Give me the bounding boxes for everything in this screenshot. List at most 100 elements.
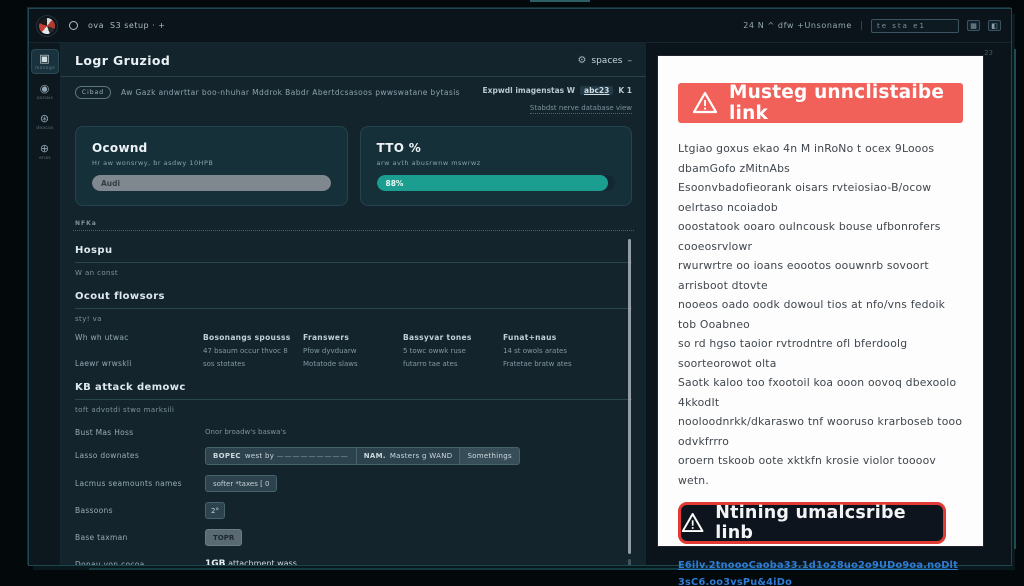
button-label: Ntining umalcsribe linb xyxy=(715,503,943,543)
tto-card-subtitle: arw avth abusrwnw mswrwz xyxy=(377,159,616,167)
section-hospu-sub: W an const xyxy=(75,269,632,277)
segmented-input[interactable]: BOPEC west by ————————— NAM. Masters g W… xyxy=(205,447,520,465)
search-input[interactable]: te sta e1 xyxy=(871,19,959,33)
brand-label[interactable]: ova xyxy=(88,21,104,30)
sidebar-item-enas[interactable]: ⊕ enas xyxy=(32,140,58,163)
paragraph-line: rwurwrtre oo ioans eoootos oouwnrb sovoo… xyxy=(678,256,963,295)
segment-button[interactable]: Somethings xyxy=(459,448,519,464)
crowd-progress-track: Audi xyxy=(92,175,331,191)
grid-col-header: Bosonangs spousss xyxy=(203,333,303,342)
section-rule xyxy=(75,262,632,263)
chevron-down-icon: – xyxy=(628,56,633,66)
grid-col-header: Franswers xyxy=(303,333,403,342)
grid-column: Bassyvar tones 5 towc owwk ruse futarro … xyxy=(403,333,503,368)
grid-col-value: futarro tae ates xyxy=(403,360,503,368)
header-meta-text: 24 N ^ dfw +Unsoname xyxy=(743,21,852,30)
alert-banner: Musteg unnclistaibe link xyxy=(678,83,963,123)
taxman-input[interactable]: TOPR xyxy=(205,529,242,546)
warning-triangle-icon xyxy=(681,512,704,534)
sidebar-item-label: oonais xyxy=(33,95,56,100)
missing-unsubscribe-button[interactable]: Ntining umalcsribe linb xyxy=(678,502,946,544)
enas-icon: ⊕ xyxy=(32,143,58,155)
app-window: ova S3 setup · + 24 N ^ dfw +Unsoname | … xyxy=(28,8,1012,566)
section-rule xyxy=(75,399,632,400)
grid-col-value: sos stotates xyxy=(203,360,303,368)
statistics-link[interactable]: Stabdst nerve database view xyxy=(530,104,632,114)
segment-text: Masters g WAND xyxy=(390,452,453,460)
sidebar-item-label: enas xyxy=(33,155,56,160)
oonais-icon: ◉ xyxy=(32,83,58,95)
tto-progress-fill: 88% xyxy=(377,175,608,191)
sidebar-item-manage[interactable]: ▣ manage xyxy=(32,50,58,73)
crowd-card-subtitle: Hr aw wonsrwy, br asdwy 10HPB xyxy=(92,159,331,167)
alert-banner-text: Musteg unnclistaibe link xyxy=(729,82,949,124)
warning-panel: Musteg unnclistaibe link Ltgiao goxus ek… xyxy=(658,56,983,546)
top-bar: ova S3 setup · + 24 N ^ dfw +Unsoname | … xyxy=(29,9,1011,43)
grid-col-value: 14 st owols arates xyxy=(503,347,603,355)
expand-images-label: Expwdl imagenstas W xyxy=(483,86,576,95)
warning-paragraph: Ltgiao goxus ekao 4n M inRoNo t ocex 9Lo… xyxy=(678,139,963,490)
sidebar-item-oonais[interactable]: ◉ oonais xyxy=(32,80,58,103)
hyperlink[interactable]: E6ilv.2tnoooCaoba33.1d1o28uo2o9UDo9oa.no… xyxy=(678,558,963,586)
sidebar: ▣ manage ◉ oonais ⊛ deacos ⊕ enas xyxy=(29,43,61,565)
nav-setup-label[interactable]: S3 setup · + xyxy=(110,21,165,30)
sidebar-item-label: deacos xyxy=(33,125,56,130)
grid-col-value: Fratetae bratw ates xyxy=(503,360,603,368)
row-label-bust: Bust Mas Hoss xyxy=(75,424,205,437)
crowd-progress-fill: Audi xyxy=(92,175,331,191)
toggle-description: Aw Gazk andwrttar boo-nhuhar Mddrok Babd… xyxy=(121,88,460,97)
spaces-dropdown[interactable]: ⚙ spaces – xyxy=(577,55,632,66)
paragraph-line: so rd hgso taoior rvtrodntre ofl bferdoo… xyxy=(678,334,963,373)
window-right-accent xyxy=(1014,49,1016,549)
grid-column: Franswers Pfow dyvduarw Motatode slaws xyxy=(303,333,403,368)
attachment-size-value: 1GB attachment wass xyxy=(205,556,297,565)
section-attack-sub: toft advotdi stwo marksili xyxy=(75,406,632,414)
screen-top-accent xyxy=(530,0,590,2)
panel-toggle-icon[interactable]: ◧ xyxy=(988,20,1001,31)
paragraph-line: nooeos oado oodk dowoul tios at nfo/vns … xyxy=(678,295,963,334)
segment-text: west by xyxy=(245,452,274,460)
app-logo-icon[interactable] xyxy=(39,18,55,34)
paragraph-line: Esoonvbadofieorank oisars rvteiosiao-B/o… xyxy=(678,178,963,217)
deacos-icon: ⊛ xyxy=(32,113,58,125)
attachment-size-number: 1GB xyxy=(205,559,226,565)
spaces-label: spaces xyxy=(591,56,622,66)
sidebar-item-deacos[interactable]: ⊛ deacos xyxy=(32,110,58,133)
segment-key: NAM. xyxy=(364,452,386,460)
abc-chip-link[interactable]: abc23 xyxy=(580,86,613,95)
segment-key: BOPEC xyxy=(213,452,241,460)
row-value-note: Onor broadw's baswa's xyxy=(205,424,286,436)
section-rule xyxy=(75,308,632,309)
section-hospu-title: Hospu xyxy=(75,245,632,256)
attachment-size-unit: attachment wass xyxy=(228,559,297,565)
crowd-card-title: Ocownd xyxy=(92,141,331,155)
grid-col-header: Funat+naus xyxy=(503,333,603,342)
manage-icon: ▣ xyxy=(32,53,58,65)
tto-card: TTO % arw avth abusrwnw mswrwz 88% xyxy=(360,126,633,206)
row-label-taxman: Base taxman xyxy=(75,529,205,542)
header-separator: | xyxy=(860,21,863,31)
grid-col-value: 47 bsaum occur thvoc 8 xyxy=(203,347,303,355)
tto-card-title: TTO % xyxy=(377,141,616,155)
paragraph-line: oroern tskoob oote xktkfn krosie violor … xyxy=(678,451,963,490)
brand-circle-icon xyxy=(69,21,78,30)
section-flowsors-sub: sty! va xyxy=(75,315,632,323)
grid-column: Funat+naus 14 st owols arates Fratetae b… xyxy=(503,333,603,368)
section-flowsors-title: Ocout flowsors xyxy=(75,291,632,302)
row-label-lacmus: Lacmus seamounts names xyxy=(75,475,205,488)
grid-row-label: Laewr wrwskli xyxy=(75,359,203,368)
grid-col-value: Pfow dyvduarw xyxy=(303,347,403,355)
warning-triangle-icon xyxy=(692,91,718,115)
bassoons-select[interactable]: 2° xyxy=(205,502,225,519)
grid-icon[interactable]: ▦ xyxy=(967,20,980,31)
scrollbar[interactable] xyxy=(628,239,631,554)
paragraph-line: Ltgiao goxus ekao 4n M inRoNo t ocex 9Lo… xyxy=(678,139,963,178)
paragraph-line: ooostatook ooaro oulncousk bouse ufbonro… xyxy=(678,217,963,256)
tto-progress-track: 88% xyxy=(377,175,616,191)
grid-col-value: 5 towc owwk ruse xyxy=(403,347,503,355)
page-title: Logr Gruziod xyxy=(75,53,170,68)
lacmus-input[interactable]: softer *taxes [ 0 xyxy=(205,475,277,492)
grid-col-value: Motatode slaws xyxy=(303,360,403,368)
feature-toggle[interactable]: Cibad xyxy=(75,86,111,99)
sidebar-item-label: manage xyxy=(33,65,56,70)
